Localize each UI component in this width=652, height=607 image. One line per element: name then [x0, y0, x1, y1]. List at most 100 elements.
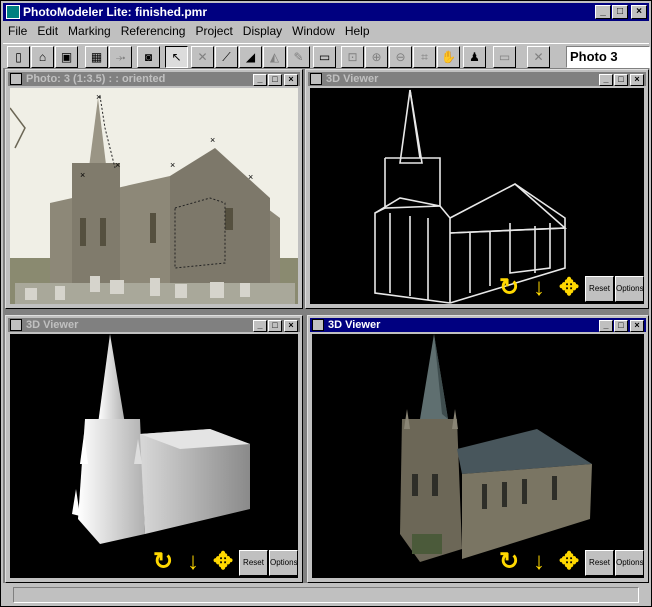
viewer-wireframe-controls: ↻ ↓ ✥ Reset Options [494, 274, 644, 302]
pointer-icon[interactable]: ↖ [165, 46, 188, 68]
photo-minimize-button[interactable]: _ [253, 74, 267, 86]
pan-icon[interactable]: ✥ [208, 548, 238, 576]
viewer-shaded-titlebar[interactable]: 3D Viewer _ □ × [8, 318, 300, 332]
viewer-textured-close-button[interactable]: × [630, 320, 644, 332]
menu-display[interactable]: Display [238, 23, 287, 41]
window-icon[interactable]: ▭ [493, 46, 516, 68]
svg-text:×: × [170, 160, 175, 170]
menu-window[interactable]: Window [287, 23, 340, 41]
viewer-textured-canvas[interactable]: ↻ ↓ ✥ Reset Options [312, 334, 644, 578]
pan-icon[interactable]: ✥ [554, 548, 584, 576]
photo-close-button[interactable]: × [284, 74, 298, 86]
minimize-button[interactable]: _ [595, 5, 611, 19]
viewer-wireframe-minimize-button[interactable]: _ [599, 74, 613, 86]
app-window: PhotoModeler Lite: finished.pmr _ □ × Fi… [0, 0, 652, 607]
menu-edit[interactable]: Edit [32, 23, 63, 41]
pan-hand-icon[interactable]: ✋ [437, 46, 460, 68]
status-bar [3, 586, 649, 604]
app-title: PhotoModeler Lite: finished.pmr [23, 5, 208, 19]
viewer-textured-minimize-button[interactable]: _ [599, 320, 613, 332]
surface-icon[interactable]: ◭ [263, 46, 286, 68]
svg-text:×: × [248, 172, 253, 182]
pencil-icon[interactable]: ✎ [287, 46, 310, 68]
viewer-wireframe-window[interactable]: 3D Viewer _ □ × ↻ ↓ ✥ Reset Options [305, 69, 649, 309]
photo-maximize-button[interactable]: □ [268, 74, 282, 86]
delete-icon[interactable]: ✕ [527, 46, 550, 68]
toolbar: ▯ ⌂ ▣ ▦ ⤞ ◙ ↖ ✕ ⟋ ◢ ◭ ✎ ▭ ⊡ ⊕ ⊖ ⌗ ✋ ♟ ▭ … [3, 43, 650, 69]
viewer-textured-titlebar[interactable]: 3D Viewer _ □ × [310, 318, 646, 332]
viewer-textured-options-button[interactable]: Options [615, 550, 644, 576]
viewer-shaded-reset-button[interactable]: Reset [239, 550, 268, 576]
rotate-icon[interactable]: ↻ [494, 274, 524, 302]
close-button[interactable]: × [631, 5, 647, 19]
viewer-shaded-maximize-button[interactable]: □ [268, 320, 282, 332]
zoom-box-icon[interactable]: ⊡ [341, 46, 364, 68]
viewer-shaded-minimize-button[interactable]: _ [253, 320, 267, 332]
menu-referencing[interactable]: Referencing [116, 23, 191, 41]
grid-view-icon[interactable]: ▦ [85, 46, 108, 68]
viewer-textured-window[interactable]: 3D Viewer _ □ × ↻ ↓ ✥ Reset Options [307, 315, 649, 583]
mark-point-icon[interactable]: ✕ [191, 46, 214, 68]
viewer-shaded-canvas[interactable]: ↻ ↓ ✥ Reset Options [10, 334, 298, 578]
app-icon [6, 5, 20, 19]
photo-select[interactable]: Photo 3 [566, 46, 650, 68]
viewer-icon [312, 319, 324, 331]
viewer-wireframe-maximize-button[interactable]: □ [614, 74, 628, 86]
viewer-wireframe-options-button[interactable]: Options [615, 276, 644, 302]
menu-project[interactable]: Project [190, 23, 237, 41]
photo-window[interactable]: Photo: 3 (1:3.5) : : oriented _ □ × × × … [5, 69, 303, 309]
viewer-wireframe-reset-button[interactable]: Reset [585, 276, 614, 302]
line-icon[interactable]: ⟋ [215, 46, 238, 68]
app-titlebar[interactable]: PhotoModeler Lite: finished.pmr _ □ × [3, 3, 649, 21]
viewer-wireframe-title: 3D Viewer [326, 73, 379, 85]
maximize-button[interactable]: □ [612, 5, 628, 19]
rotate-icon[interactable]: ↻ [148, 548, 178, 576]
menu-help[interactable]: Help [340, 23, 375, 41]
viewer-shaded-options-button[interactable]: Options [269, 550, 298, 576]
zoom-fit-icon[interactable]: ⌗ [413, 46, 436, 68]
move-down-icon[interactable]: ↓ [524, 274, 554, 302]
viewer-textured-maximize-button[interactable]: □ [614, 320, 628, 332]
church-photo: × × × × × × [10, 88, 298, 304]
svg-text:×: × [80, 170, 85, 180]
zoom-out-icon[interactable]: ⊖ [389, 46, 412, 68]
status-panel [13, 587, 639, 603]
svg-text:×: × [96, 92, 101, 102]
viewer-icon [310, 73, 322, 85]
viewer-shaded-title: 3D Viewer [26, 319, 79, 331]
viewer-textured-controls: ↻ ↓ ✥ Reset Options [494, 548, 644, 576]
photo-window-titlebar[interactable]: Photo: 3 (1:3.5) : : oriented _ □ × [8, 72, 300, 86]
save-disk-icon[interactable]: ▣ [55, 46, 78, 68]
viewer-wireframe-close-button[interactable]: × [630, 74, 644, 86]
shaded-model [72, 334, 250, 544]
open-folder-icon[interactable]: ⌂ [31, 46, 54, 68]
viewer-textured-reset-button[interactable]: Reset [585, 550, 614, 576]
viewer-shaded-controls: ↻ ↓ ✥ Reset Options [148, 548, 298, 576]
menu-marking[interactable]: Marking [63, 23, 116, 41]
move-down-icon[interactable]: ↓ [524, 548, 554, 576]
viewer-textured-title: 3D Viewer [328, 319, 381, 331]
svg-text:×: × [115, 160, 120, 170]
camera-icon[interactable]: ◙ [137, 46, 160, 68]
zoom-in-icon[interactable]: ⊕ [365, 46, 388, 68]
viewer-shaded-close-button[interactable]: × [284, 320, 298, 332]
menu-file[interactable]: File [3, 23, 32, 41]
viewer-shaded-window[interactable]: 3D Viewer _ □ × ↻ ↓ ✥ Reset Options [5, 315, 303, 583]
edge-icon[interactable]: ◢ [239, 46, 262, 68]
viewer-wireframe-canvas[interactable]: ↻ ↓ ✥ Reset Options [310, 88, 644, 304]
ruler-icon[interactable]: ▭ [313, 46, 336, 68]
mdi-area: Photo: 3 (1:3.5) : : oriented _ □ × × × … [3, 69, 649, 583]
viewer-icon [10, 319, 22, 331]
photo-icon [10, 73, 22, 85]
pan-icon[interactable]: ✥ [554, 274, 584, 302]
new-file-icon[interactable]: ▯ [7, 46, 30, 68]
move-down-icon[interactable]: ↓ [178, 548, 208, 576]
textured-model [400, 334, 592, 562]
rotate-icon[interactable]: ↻ [494, 548, 524, 576]
svg-text:×: × [210, 135, 215, 145]
run-icon[interactable]: ♟ [463, 46, 486, 68]
viewer-wireframe-titlebar[interactable]: 3D Viewer _ □ × [308, 72, 646, 86]
photo-canvas[interactable]: × × × × × × [10, 88, 298, 304]
wireframe-model [374, 89, 568, 304]
link-icon[interactable]: ⤞ [109, 46, 132, 68]
